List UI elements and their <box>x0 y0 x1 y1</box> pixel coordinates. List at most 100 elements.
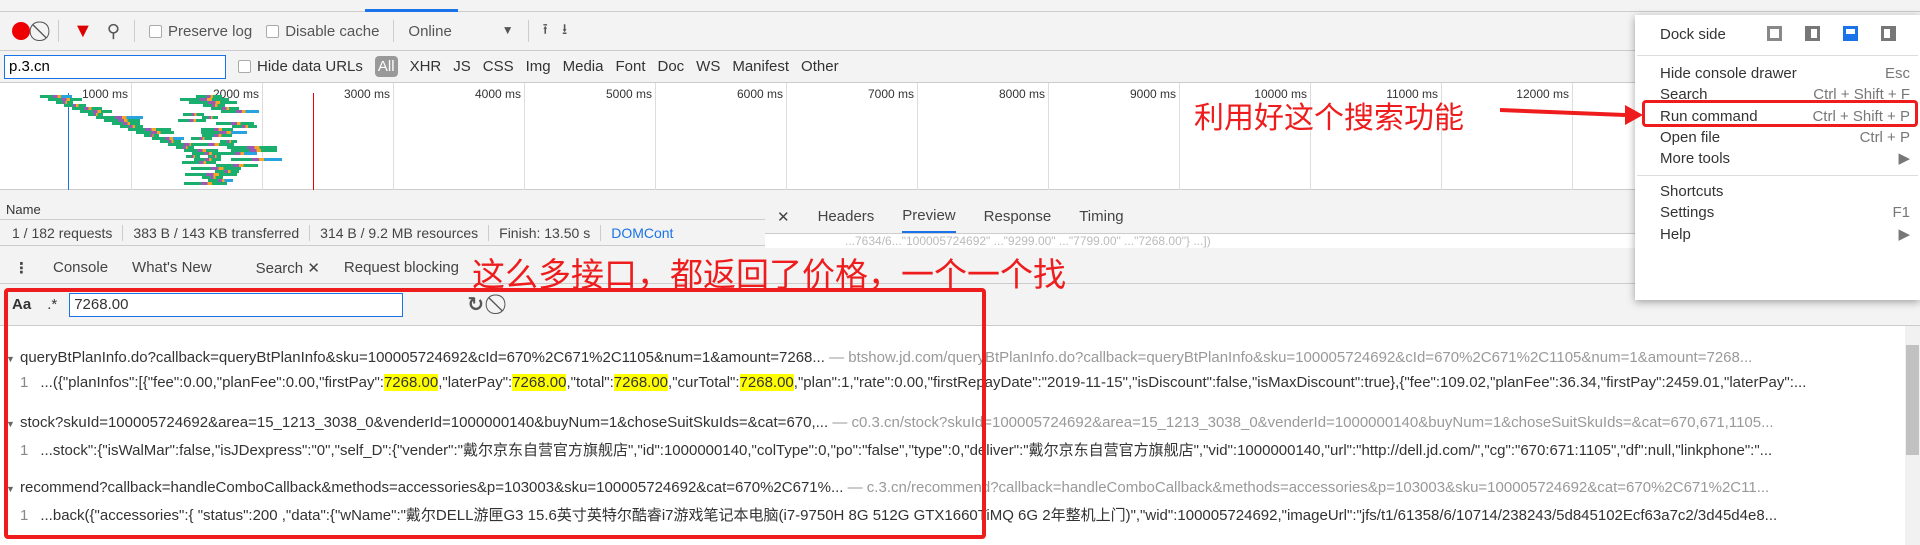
domcontentloaded-line <box>68 93 69 190</box>
waterfall-bar <box>219 152 258 155</box>
timeline-tick: 9000 ms <box>1130 83 1180 190</box>
network-status-bar: 1 / 182 requests 383 B / 143 KB transfer… <box>0 220 765 246</box>
chevron-down-icon: ▼ <box>501 22 514 37</box>
tab-timing[interactable]: Timing <box>1079 208 1123 225</box>
timeline-tick: 5000 ms <box>606 83 656 190</box>
close-icon[interactable]: ✕ <box>777 208 790 226</box>
tab-console[interactable]: Console <box>53 259 108 276</box>
menu-label: Hide console drawer <box>1660 64 1797 82</box>
menu-label: Help <box>1660 225 1691 243</box>
timeline-tick: 2000 ms <box>213 83 263 190</box>
timeline-tick-label: 4000 ms <box>474 87 521 101</box>
waterfall-bar <box>190 137 213 140</box>
type-filter-doc[interactable]: Doc <box>657 58 684 75</box>
type-filter-media[interactable]: Media <box>563 58 604 75</box>
dock-right-icon[interactable] <box>1881 26 1896 41</box>
timeline-tick-label: 5000 ms <box>605 87 652 101</box>
filter-icon[interactable]: ▼ <box>73 20 93 43</box>
menu-label: Shortcuts <box>1660 182 1724 200</box>
tab-search[interactable]: Search ✕ <box>256 259 320 277</box>
annotation-highlight-box <box>4 288 986 539</box>
type-filter-other[interactable]: Other <box>801 58 839 75</box>
resources-size: 314 B / 9.2 MB resources <box>320 224 479 241</box>
hide-data-urls-checkbox[interactable]: Hide data URLs <box>238 58 363 75</box>
waterfall-bar <box>183 113 205 116</box>
filter-input[interactable] <box>4 54 226 79</box>
scrollbar-thumb[interactable] <box>1906 345 1919 455</box>
tab-response[interactable]: Response <box>984 208 1052 225</box>
type-filter-manifest[interactable]: Manifest <box>732 58 789 75</box>
tab-request-blocking[interactable]: Request blocking <box>344 259 459 276</box>
menu-item-help[interactable]: Help ▶ <box>1635 223 1920 245</box>
timeline-tick-label: 12000 ms <box>1516 87 1569 101</box>
preview-content: ...7634/6..."100005724692" ..."9299.00" … <box>765 234 1635 248</box>
type-filter-img[interactable]: Img <box>526 58 551 75</box>
waterfall-bar <box>177 119 207 122</box>
menu-shortcut: Ctrl + P <box>1859 128 1910 146</box>
timeline-tick: 7000 ms <box>868 83 918 190</box>
waterfall-bar <box>184 182 228 185</box>
type-filter-js[interactable]: JS <box>453 58 471 75</box>
disable-cache-checkbox[interactable]: Disable cache <box>266 23 379 40</box>
request-detail-tabs: ✕ Headers Preview Response Timing <box>765 200 1635 234</box>
preserve-log-checkbox[interactable]: Preserve log <box>148 23 252 40</box>
filter-row: Hide data URLs All XHR JS CSS Img Media … <box>0 51 1920 83</box>
timeline-tick-label: 9000 ms <box>1129 87 1176 101</box>
dock-bottom-icon[interactable] <box>1843 26 1858 41</box>
menu-shortcut: F1 <box>1892 203 1910 221</box>
timeline-tick-label: 3000 ms <box>343 87 390 101</box>
timeline-tick: 6000 ms <box>737 83 787 190</box>
type-filter-css[interactable]: CSS <box>483 58 514 75</box>
tab-headers[interactable]: Headers <box>818 208 875 225</box>
timeline-tick-label: 7000 ms <box>867 87 914 101</box>
tab-preview[interactable]: Preview <box>902 200 956 233</box>
devtools-panel-tabs <box>0 0 1920 12</box>
divider <box>133 20 135 42</box>
name-header-label: Name <box>6 202 41 217</box>
menu-item-settings[interactable]: Settings F1 <box>1635 201 1920 223</box>
annotation-search-tip: 利用好这个搜索功能 <box>1194 101 1464 136</box>
tab-search-label: Search <box>255 259 304 277</box>
network-toolbar: ⃠ ▼ ⚲ Preserve log Disable cache Online▼… <box>0 12 1920 51</box>
menu-item-shortcuts[interactable]: Shortcuts <box>1635 180 1920 202</box>
type-filter-xhr[interactable]: XHR <box>410 58 442 75</box>
requests-count: 1 / 182 requests <box>12 224 113 241</box>
tab-whats-new[interactable]: What's New <box>132 259 212 276</box>
waterfall-bar <box>220 110 259 113</box>
menu-shortcut: Esc <box>1884 64 1910 82</box>
timeline-tick-label: 6000 ms <box>736 87 783 101</box>
waterfall-bar <box>187 161 216 164</box>
divider <box>527 20 529 42</box>
name-column-header[interactable]: Name <box>0 190 765 220</box>
waterfall-bar <box>232 125 258 128</box>
undock-icon[interactable] <box>1767 26 1782 41</box>
export-har-icon[interactable]: ⭳ <box>562 19 567 44</box>
menu-divider <box>1637 55 1918 56</box>
menu-item-hide-console-drawer[interactable]: Hide console drawer Esc <box>1635 62 1920 84</box>
devtools-settings-menu: Dock side Hide console drawer Esc Search C… <box>1635 15 1920 300</box>
throttle-value: Online <box>408 22 452 40</box>
menu-divider <box>1637 175 1918 176</box>
type-filter-ws[interactable]: WS <box>696 58 720 75</box>
throttle-select[interactable]: Online ▼ <box>408 23 513 40</box>
timeline-tick-label: 8000 ms <box>998 87 1045 101</box>
import-har-icon[interactable]: ⭱ <box>543 19 548 44</box>
timeline-tick: 4000 ms <box>475 83 525 190</box>
dock-left-icon[interactable] <box>1805 26 1820 41</box>
annotation-search-highlight <box>1642 100 1918 127</box>
divider <box>393 20 395 42</box>
menu-item-open-file[interactable]: Open file Ctrl + P <box>1635 126 1920 148</box>
divider <box>58 20 59 42</box>
hide-data-urls-label: Hide data URLs <box>257 58 363 75</box>
search-icon[interactable]: ⚲ <box>107 21 120 42</box>
type-filter-all[interactable]: All <box>374 56 398 77</box>
record-button[interactable] <box>12 22 30 40</box>
menu-item-more-tools[interactable]: More tools ▶ <box>1635 147 1920 169</box>
load-line <box>313 93 314 190</box>
transferred-size: 383 B / 143 KB transferred <box>133 224 300 241</box>
drawer-menu-icon[interactable]: ⋮ <box>14 259 29 277</box>
timeline-tick: 1000 ms <box>82 83 132 190</box>
close-icon[interactable]: ✕ <box>307 260 320 277</box>
type-filter-font[interactable]: Font <box>615 58 645 75</box>
chevron-right-icon: ▶ <box>1898 150 1910 167</box>
